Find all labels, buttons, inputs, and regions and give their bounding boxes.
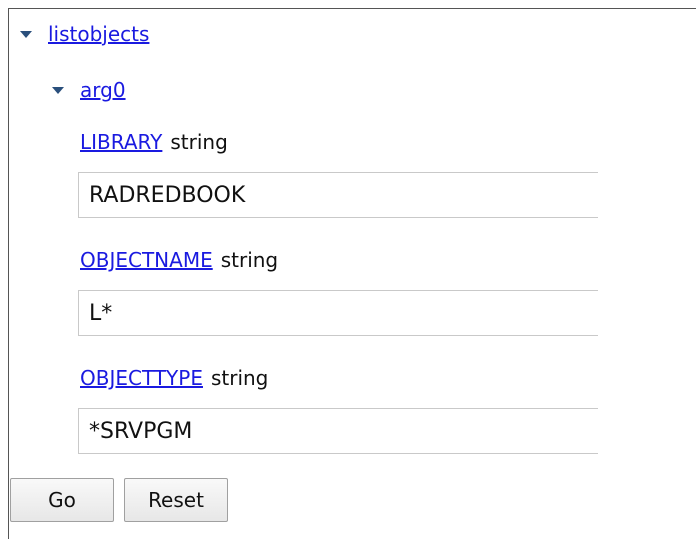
operation-link[interactable]: listobjects xyxy=(48,22,149,46)
argument-link[interactable]: arg0 xyxy=(80,78,126,102)
tree-node-listobjects: listobjects xyxy=(20,22,149,46)
library-type: string xyxy=(170,130,228,154)
go-button[interactable]: Go xyxy=(10,478,114,522)
objecttype-link[interactable]: OBJECTTYPE xyxy=(80,366,203,390)
expand-triangle-icon[interactable] xyxy=(20,30,32,38)
library-link[interactable]: LIBRARY xyxy=(80,130,162,154)
objecttype-label-row: OBJECTTYPE string xyxy=(80,366,268,390)
objectname-link[interactable]: OBJECTNAME xyxy=(80,248,213,272)
tree-node-arg0: arg0 xyxy=(52,78,126,102)
objectname-type: string xyxy=(220,248,279,272)
objectname-label-row: OBJECTNAME string xyxy=(80,248,278,272)
reset-button[interactable]: Reset xyxy=(124,478,228,522)
expand-triangle-icon[interactable] xyxy=(52,86,64,94)
objecttype-input[interactable] xyxy=(78,408,598,454)
objectname-input[interactable] xyxy=(78,290,598,336)
objecttype-type: string xyxy=(210,366,269,390)
library-label-row: LIBRARY string xyxy=(80,130,228,154)
library-input[interactable] xyxy=(78,172,598,218)
